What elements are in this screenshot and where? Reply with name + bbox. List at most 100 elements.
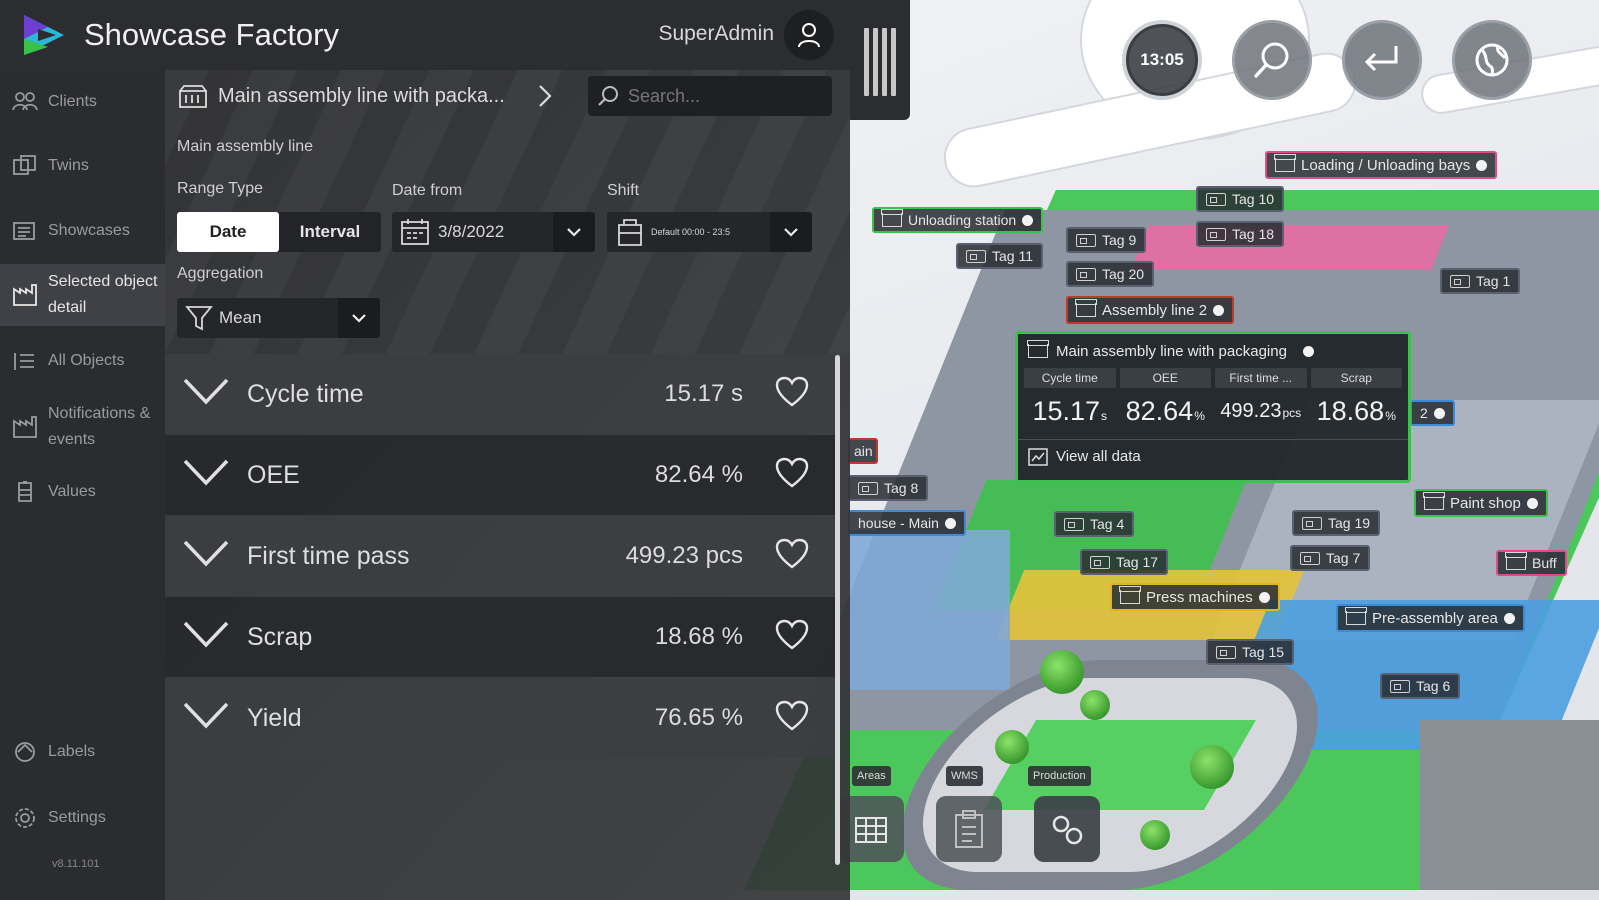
heart-icon[interactable] bbox=[775, 376, 809, 408]
sidebar-item-labels[interactable]: Labels bbox=[0, 734, 165, 770]
heart-icon[interactable] bbox=[775, 700, 809, 732]
map-tag-unloading-station[interactable]: Unloading station bbox=[872, 207, 1044, 233]
map-tag-4[interactable]: Tag 4 bbox=[1054, 511, 1135, 537]
map-tag-20[interactable]: Tag 20 bbox=[1066, 261, 1155, 287]
sidebar-item-showcases[interactable]: Showcases bbox=[0, 213, 165, 249]
building-icon bbox=[1423, 492, 1445, 510]
sidebar-item-selected-object-detail[interactable]: Selected object detail bbox=[0, 264, 165, 326]
user-icon bbox=[798, 23, 820, 48]
map-tag-9[interactable]: Tag 9 bbox=[1066, 227, 1147, 253]
chevron-down-icon bbox=[770, 212, 812, 252]
map-tag-partial-2[interactable]: 2 bbox=[1410, 400, 1455, 426]
mode-label-wms: WMS bbox=[946, 766, 983, 786]
map-tag-19[interactable]: Tag 19 bbox=[1292, 510, 1381, 536]
map-tag-main-partial[interactable]: ain bbox=[848, 438, 878, 464]
mode-production-button[interactable] bbox=[1034, 796, 1100, 862]
map-tag-label: Tag 20 bbox=[1102, 266, 1145, 282]
globe-button[interactable] bbox=[1452, 20, 1532, 100]
kpi-row-cycle-time[interactable]: Cycle time 15.17 s bbox=[165, 354, 835, 434]
panel-scrollbar[interactable] bbox=[835, 355, 840, 865]
heart-icon[interactable] bbox=[775, 619, 809, 651]
map-tag-label: Pre-assembly area bbox=[1372, 609, 1498, 627]
map-tag-8[interactable]: Tag 8 bbox=[848, 475, 929, 501]
sidebar-item-settings[interactable]: Settings bbox=[0, 800, 165, 836]
sidebar-item-notifications[interactable]: Notifications & events bbox=[0, 398, 165, 456]
labels-icon bbox=[15, 742, 35, 762]
shift-icon bbox=[618, 219, 642, 246]
map-tag-label: house - Main bbox=[858, 515, 939, 531]
clock-button[interactable]: 13:05 bbox=[1122, 20, 1202, 100]
kpi-name: Yield bbox=[247, 704, 302, 732]
chevron-down-icon bbox=[553, 212, 595, 252]
sidebar-item-twins[interactable]: Twins bbox=[0, 148, 165, 184]
map-tag-loading-bays[interactable]: Loading / Unloading bays bbox=[1265, 151, 1498, 179]
search-icon bbox=[598, 86, 618, 106]
twins-icon bbox=[13, 155, 36, 175]
sidebar-item-label: Twins bbox=[48, 157, 89, 174]
tag-icon bbox=[1076, 267, 1096, 281]
map-tag-label: Tag 4 bbox=[1090, 516, 1125, 532]
kpi-row-oee[interactable]: OEE 82.64 % bbox=[165, 435, 835, 515]
heart-icon[interactable] bbox=[775, 457, 809, 489]
map-tag-label: ain bbox=[854, 443, 873, 459]
building-icon bbox=[179, 85, 207, 108]
values-icon bbox=[18, 481, 32, 502]
panel-resize-handle[interactable] bbox=[850, 0, 910, 120]
map-tag-warehouse-main[interactable]: house - Main bbox=[848, 510, 966, 536]
kpi-row-yield[interactable]: Yield 76.65 % bbox=[165, 678, 835, 758]
range-type-toggle[interactable]: Date Interval bbox=[177, 212, 381, 252]
chevron-down-icon bbox=[183, 459, 229, 486]
building-icon bbox=[1119, 586, 1141, 604]
clients-icon bbox=[12, 92, 38, 111]
map-tag-15[interactable]: Tag 15 bbox=[1206, 639, 1295, 665]
search-box[interactable] bbox=[588, 76, 832, 116]
map-tag-label: Press machines bbox=[1146, 588, 1253, 606]
metric-header: Cycle time bbox=[1024, 368, 1116, 388]
back-button[interactable] bbox=[1342, 20, 1422, 100]
map-tag-paint-shop[interactable]: Paint shop bbox=[1414, 489, 1548, 517]
map-tag-11[interactable]: Tag 11 bbox=[956, 243, 1043, 269]
metric-unit: % bbox=[1385, 409, 1396, 423]
breadcrumb[interactable]: Main assembly line with packa... bbox=[178, 74, 553, 118]
user-avatar-button[interactable] bbox=[784, 10, 834, 60]
range-type-label: Range Type bbox=[177, 180, 263, 197]
date-from-picker[interactable]: 3/8/2022 bbox=[392, 212, 595, 252]
view-all-data-link[interactable]: View all data bbox=[1018, 439, 1408, 473]
heart-icon[interactable] bbox=[775, 538, 809, 570]
status-dot bbox=[1433, 407, 1445, 419]
object-name: Main assembly line bbox=[177, 138, 314, 155]
search-input[interactable] bbox=[628, 85, 818, 107]
range-option-interval[interactable]: Interval bbox=[279, 212, 381, 252]
shift-select[interactable]: Default 00:00 - 23:5 bbox=[607, 212, 812, 252]
kpi-row-scrap[interactable]: Scrap 18.68 % bbox=[165, 597, 835, 677]
sidebar-item-all-objects[interactable]: All Objects bbox=[0, 343, 165, 379]
search-map-button[interactable] bbox=[1232, 20, 1312, 100]
breadcrumb-object: Main assembly line with packa... bbox=[218, 84, 505, 107]
map-tag-10[interactable]: Tag 10 bbox=[1196, 186, 1285, 212]
map-tag-label: Tag 7 bbox=[1326, 550, 1361, 566]
map-tag-18[interactable]: Tag 18 bbox=[1196, 221, 1285, 247]
app-version: v8.11.101 bbox=[52, 858, 100, 870]
mode-wms-button[interactable] bbox=[936, 796, 1002, 862]
map-tag-buffer[interactable]: Buff bbox=[1496, 550, 1567, 576]
sidebar-item-clients[interactable]: Clients bbox=[0, 84, 165, 120]
map-tag-7[interactable]: Tag 7 bbox=[1290, 545, 1371, 571]
map-tag-6[interactable]: Tag 6 bbox=[1380, 673, 1461, 699]
aggregation-select[interactable]: Mean bbox=[177, 298, 380, 338]
map-tag-assembly-line-2[interactable]: Assembly line 2 bbox=[1066, 296, 1235, 324]
building-icon bbox=[1345, 607, 1367, 625]
range-option-date[interactable]: Date bbox=[177, 212, 279, 252]
clock-time: 13:05 bbox=[1140, 50, 1184, 69]
status-dot bbox=[1213, 304, 1225, 316]
sidebar-item-values[interactable]: Values bbox=[0, 474, 165, 510]
map-tag-pre-assembly[interactable]: Pre-assembly area bbox=[1336, 604, 1525, 632]
object-info-card[interactable]: Main assembly line with packaging Cycle … bbox=[1015, 331, 1411, 483]
kpi-row-first-time-pass[interactable]: First time pass 499.23 pcs bbox=[165, 516, 835, 596]
map-tag-press-machines[interactable]: Press machines bbox=[1110, 583, 1280, 611]
sidebar-item-label: Selected object detail bbox=[48, 273, 158, 316]
chevron-down-icon bbox=[183, 378, 229, 405]
tag-icon bbox=[1064, 517, 1084, 531]
map-tag-17[interactable]: Tag 17 bbox=[1080, 549, 1169, 575]
map-tag-label: Assembly line 2 bbox=[1102, 301, 1208, 319]
map-tag-1[interactable]: Tag 1 bbox=[1440, 268, 1521, 294]
